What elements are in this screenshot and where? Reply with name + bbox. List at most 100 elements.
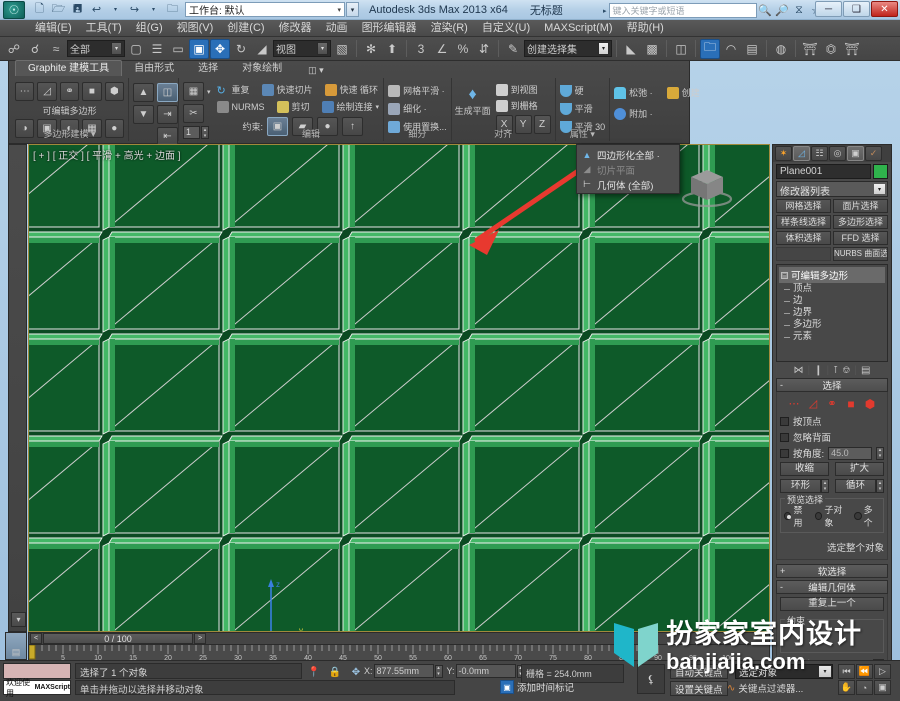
loop-spinner[interactable]: ▴ ▾ [876, 479, 884, 493]
configure-modifier-sets-icon[interactable]: ▤ [861, 365, 870, 376]
show-end-result-icon[interactable]: ❙ [814, 365, 822, 376]
render-production-icon[interactable]: ⛩ [842, 39, 862, 59]
preview-multi-radio-row[interactable]: 多个 [854, 503, 880, 529]
tab-freeform[interactable]: 自由形式 [122, 61, 186, 76]
vertex-subobject-icon[interactable]: ⋯ [15, 82, 35, 101]
close-button[interactable]: ✕ [871, 1, 898, 17]
create-button[interactable]: 创建 [666, 86, 700, 99]
select-by-name-icon[interactable]: ☰ [147, 39, 167, 59]
object-name-field[interactable]: Plane001 [776, 164, 871, 179]
cmd-tab-motion[interactable]: ◎ [829, 146, 846, 161]
mod-ffd-select[interactable]: FFD 选择 [833, 231, 888, 245]
named-selection-set-combo[interactable]: 创建选择集 ▾ [524, 40, 612, 57]
rollout-header-edit-geometry[interactable]: - 编辑几何体 [776, 580, 888, 594]
selection-filter-combo[interactable]: 全部 ▾ [67, 40, 125, 57]
menu-create[interactable]: 创建(C) [220, 20, 271, 36]
quick-loop-button[interactable]: 快速 循环 [324, 83, 378, 96]
menu-item-geometry-all[interactable]: ⊢ 几何体 (全部) [577, 177, 679, 192]
shrink-button[interactable]: 收缩 [780, 462, 829, 476]
angle-snap-icon[interactable]: ∠ [432, 39, 452, 59]
stack-subobject-element[interactable]: 元素 [779, 331, 885, 343]
ignore-backfacing-checkbox[interactable] [780, 432, 789, 442]
unlink-selection-icon[interactable]: ☌ [25, 39, 45, 59]
paint-connect-tool-icon[interactable]: ✂ [183, 104, 204, 123]
menu-help[interactable]: 帮助(H) [620, 20, 671, 36]
rectangular-select-region-icon[interactable]: ▭ [168, 39, 188, 59]
meshsmooth-button[interactable]: 网格平滑 · [388, 84, 447, 97]
stack-subobject-vertex[interactable]: 顶点 [779, 283, 885, 295]
polygon-icon[interactable]: ■ [844, 397, 858, 411]
redo-icon[interactable]: ↪ [126, 2, 143, 18]
to-view-button[interactable]: 到视图 [495, 83, 551, 96]
binoculars-icon[interactable]: 🔍 [757, 3, 774, 18]
mod-blank[interactable] [776, 247, 831, 261]
constrain-toggle-icon[interactable]: ▼ [133, 105, 154, 124]
material-editor-icon[interactable]: ◍ [771, 39, 791, 59]
keyboard-shortcut-override-icon[interactable]: ⬆ [382, 39, 402, 59]
make-planar-big-icon[interactable]: ♦ [468, 86, 476, 104]
coord-y-field[interactable]: -0.0mm [455, 664, 516, 678]
ribbon-options-icon[interactable]: ◫ ▾ [308, 65, 324, 76]
absolute-relative-transform-icon[interactable]: ✥ [348, 664, 364, 680]
menu-rendering[interactable]: 渲染(R) [424, 20, 475, 36]
align-icon[interactable]: ▩ [642, 39, 662, 59]
window-crossing-icon[interactable]: ▣ [189, 38, 209, 59]
magnifier-icon[interactable]: 🔎 [774, 3, 791, 18]
expand-icon[interactable]: + [780, 566, 785, 576]
chevron-down-icon[interactable]: ▾ [598, 42, 609, 55]
chevron-down-icon[interactable]: ▾ [376, 103, 380, 111]
segments-field[interactable]: 1 [183, 126, 200, 139]
quadify-flyout-menu[interactable]: ▲ 四边形化全部 · ◢ 切片平面 ⊢ 几何体 (全部) [576, 144, 680, 194]
collapse-icon[interactable]: - [780, 582, 783, 592]
coord-x-spinner[interactable]: ▴ ▾ [434, 664, 443, 678]
by-angle-checkbox[interactable] [780, 448, 789, 458]
edge-subobject-icon[interactable]: ◿ [37, 82, 57, 101]
expand-collapse-icon[interactable]: – [781, 271, 788, 279]
by-angle-value[interactable]: 45.0 [828, 446, 872, 460]
modifier-stack[interactable]: – 可编辑多边形 顶点 边 边界 多边形 元素 [776, 264, 888, 362]
exchange-icon[interactable]: ⧖ [791, 3, 808, 18]
cmd-tab-create[interactable]: ✶ [775, 146, 792, 161]
minimize-button[interactable]: ─ [815, 1, 842, 17]
auto-key-button[interactable]: 自动关键点 [670, 664, 728, 679]
pin-stack-icon[interactable]: ⋈ [794, 365, 804, 376]
tab-graphite-modeling[interactable]: Graphite 建模工具 [15, 60, 123, 76]
rollout-header-soft-selection[interactable]: + 软选择 [776, 564, 888, 578]
tab-selection[interactable]: 选择 [186, 61, 230, 76]
relax-button[interactable]: 松弛 · [614, 86, 653, 99]
maximize-button[interactable]: ❑ [843, 1, 870, 17]
lock-selection-icon[interactable]: 🔒 [327, 664, 343, 680]
preserve-uv-toggle-icon[interactable]: ▲ [133, 83, 154, 102]
undo-icon[interactable]: ↩ [88, 2, 105, 18]
menu-animation[interactable]: 动画 [319, 20, 355, 36]
use-center-flyout-icon[interactable]: ▧ [332, 39, 352, 59]
save-icon[interactable]: 🖪 [69, 2, 86, 18]
by-vertex-checkbox-row[interactable]: 按顶点 [780, 414, 884, 428]
scroll-down-icon[interactable]: ▾ [11, 612, 26, 627]
spinner-snap-icon[interactable]: ⇵ [474, 39, 494, 59]
orbit-button[interactable]: ◔ [856, 680, 873, 695]
grow-button[interactable]: 扩大 [835, 462, 884, 476]
cmd-tab-modify[interactable]: ◿ [793, 146, 810, 161]
preview-multi-radio[interactable] [854, 512, 862, 520]
repeat-last-button[interactable]: 重复上一个 [780, 597, 884, 611]
tab-object-paint[interactable]: 对象绘制 [230, 61, 294, 76]
ignore-backfacing-checkbox-row[interactable]: 忽略背面 [780, 430, 884, 444]
collapse-icon[interactable]: ⇥ [157, 105, 178, 124]
preview-disabled-radio[interactable] [784, 512, 792, 520]
rendered-frame-window-icon[interactable]: ⏣ [821, 39, 841, 59]
mod-poly-select[interactable]: 多边形选择 [833, 215, 888, 229]
select-and-move-icon[interactable]: ✥ [210, 38, 230, 59]
element-icon[interactable]: ⬢ [863, 397, 877, 411]
element-subobject-icon[interactable]: ⬢ [104, 82, 125, 101]
select-and-link-icon[interactable]: ☍ [4, 39, 24, 59]
remove-modifier-icon[interactable]: ⎊ [842, 365, 850, 376]
make-unique-icon[interactable]: ⊺ [833, 365, 838, 376]
time-slider-bar[interactable]: < 0 / 100 > [28, 632, 770, 645]
key-filter-icon[interactable]: ▤ [8, 646, 24, 659]
redo-chevron-icon[interactable]: ▾ [145, 2, 162, 18]
preview-disabled-radio-row[interactable]: 禁用 [784, 503, 810, 529]
go-to-start-button[interactable]: ⏮ [838, 664, 855, 679]
mod-volume-select[interactable]: 体积选择 [776, 231, 831, 245]
cmd-tab-utilities[interactable]: ✓ [865, 146, 882, 161]
